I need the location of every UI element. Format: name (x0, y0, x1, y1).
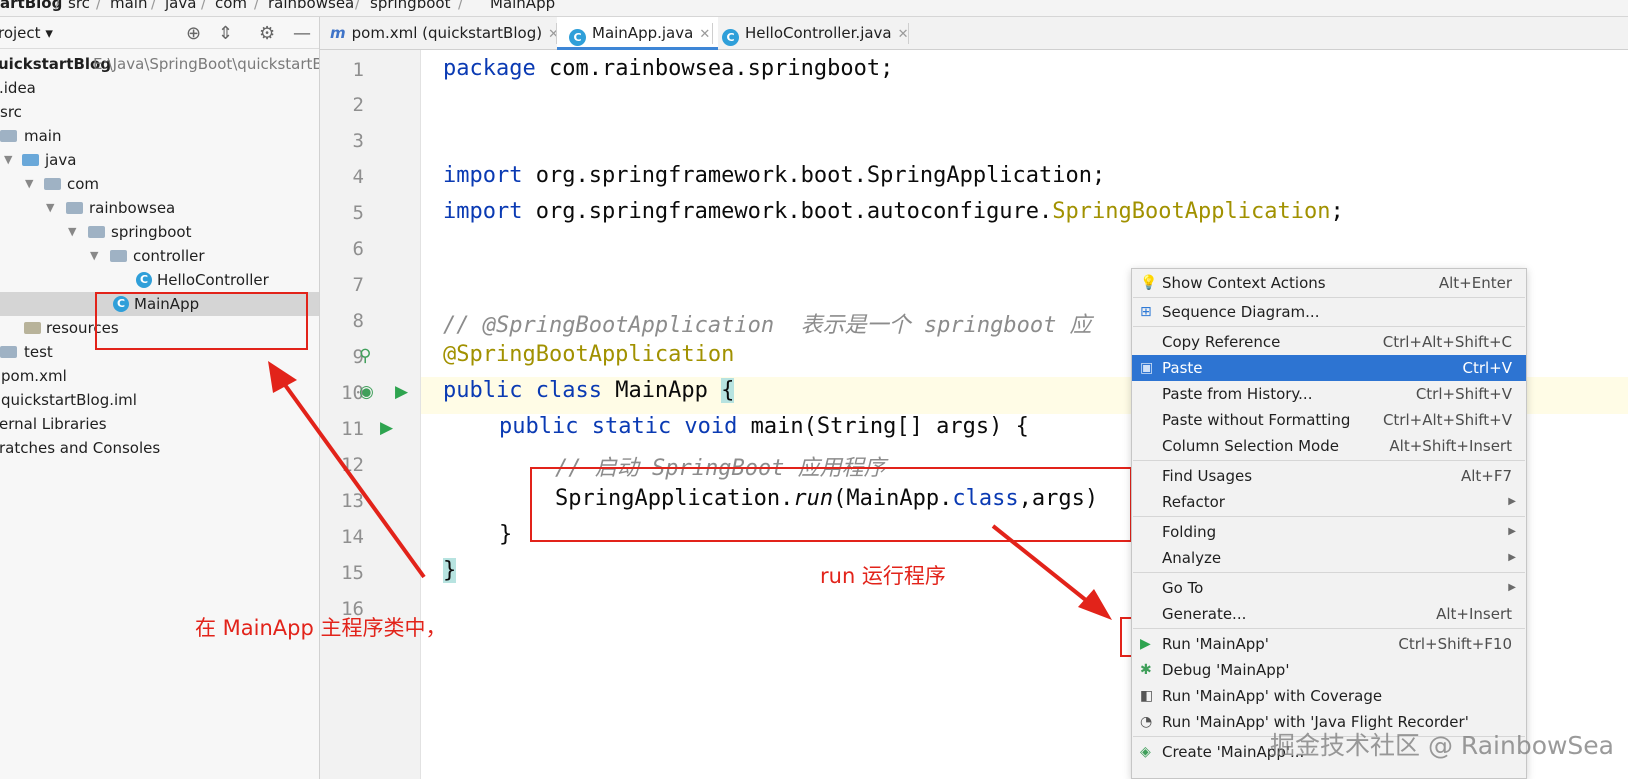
menu-item-generate[interactable]: Generate... Alt+Insert (1132, 601, 1526, 627)
sequence-icon: ⊞ (1140, 304, 1152, 320)
menu-item-shortcut: Alt+F7 (1460, 467, 1512, 485)
menu-item-shortcut: Alt+Insert (1436, 605, 1512, 623)
menu-item-label: Folding (1162, 523, 1217, 541)
config-icon: ◈ (1140, 744, 1151, 760)
menu-item-label: Column Selection Mode (1162, 437, 1339, 455)
menu-item-shortcut: Ctrl+Alt+Shift+C (1382, 333, 1512, 351)
menu-item-label: Analyze (1162, 549, 1222, 567)
menu-item-paste-from-history[interactable]: Paste from History... Ctrl+Shift+V (1132, 381, 1526, 407)
menu-item-shortcut: Ctrl+V (1462, 359, 1512, 377)
menu-item-label: Generate... (1162, 605, 1247, 623)
menu-item-shortcut: Alt+Enter (1438, 274, 1512, 292)
menu-separator (1133, 326, 1525, 327)
menu-item-sequence-diagram[interactable]: ⊞ Sequence Diagram... (1132, 299, 1526, 325)
menu-item-label: Paste from History... (1162, 385, 1313, 403)
menu-item-label: Debug 'MainApp' (1162, 661, 1290, 679)
menu-item-paste-without-formatting[interactable]: Paste without Formatting Ctrl+Alt+Shift+… (1132, 407, 1526, 433)
submenu-arrow-icon: ▶ (1508, 552, 1516, 563)
menu-item-shortcut: Alt+Shift+Insert (1389, 437, 1512, 455)
menu-item-label: Show Context Actions (1162, 274, 1326, 292)
watermark: 掘金技术社区 @ RainbowSea (1270, 731, 1615, 760)
submenu-arrow-icon: ▶ (1508, 496, 1516, 507)
submenu-arrow-icon: ▶ (1508, 526, 1516, 537)
menu-item-go-to[interactable]: Go To ▶ (1132, 575, 1526, 601)
menu-item-label: Run 'MainApp' with Coverage (1162, 687, 1383, 705)
run-icon: ▶ (1140, 636, 1151, 652)
menu-item-folding[interactable]: Folding ▶ (1132, 519, 1526, 545)
submenu-arrow-icon: ▶ (1508, 582, 1516, 593)
menu-item-label: Find Usages (1162, 467, 1253, 485)
annotation-text-left: 在 MainApp 主程序类中， (195, 616, 447, 640)
menu-item-shortcut: Ctrl+Shift+F10 (1398, 635, 1512, 653)
menu-item-label: Refactor (1162, 493, 1225, 511)
debug-icon: ✱ (1140, 662, 1152, 678)
menu-item-run-mainapp[interactable]: ▶ Run 'MainApp' Ctrl+Shift+F10 (1132, 631, 1526, 657)
menu-item-analyze[interactable]: Analyze ▶ (1132, 545, 1526, 571)
menu-item-find-usages[interactable]: Find Usages Alt+F7 (1132, 463, 1526, 489)
bulb-icon: 💡 (1140, 275, 1158, 291)
paste-icon: ▣ (1140, 360, 1154, 376)
menu-item-label: Sequence Diagram... (1162, 303, 1320, 321)
menu-item-debug-mainapp[interactable]: ✱ Debug 'MainApp' (1132, 657, 1526, 683)
menu-item-label: Paste (1162, 359, 1203, 377)
annotation-text-run: run 运行程序 (820, 564, 946, 588)
profiler-icon: ◔ (1140, 714, 1153, 730)
menu-separator (1133, 572, 1525, 573)
menu-item-label: Paste without Formatting (1162, 411, 1351, 429)
menu-item-column-selection-mode[interactable]: Column Selection Mode Alt+Shift+Insert (1132, 433, 1526, 459)
menu-separator (1133, 297, 1525, 298)
menu-item-refactor[interactable]: Refactor ▶ (1132, 489, 1526, 515)
coverage-icon: ◧ (1140, 688, 1154, 704)
arrow-to-run-menu (991, 524, 1094, 607)
menu-item-label: Copy Reference (1162, 333, 1281, 351)
arrowhead-icon (268, 361, 297, 393)
menu-item-label: Go To (1162, 579, 1204, 597)
arrowhead-icon (1078, 589, 1112, 620)
editor-context-menu: 💡 Show Context Actions Alt+Enter ⊞ Seque… (1131, 268, 1527, 779)
menu-item-run-with-coverage[interactable]: ◧ Run 'MainApp' with Coverage (1132, 683, 1526, 709)
menu-item-shortcut: Ctrl+Shift+V (1415, 385, 1512, 403)
menu-separator (1133, 628, 1525, 629)
arrow-to-mainapp (278, 376, 426, 579)
menu-item-label: Run 'MainApp' (1162, 635, 1269, 653)
menu-item-copy-reference[interactable]: Copy Reference Ctrl+Alt+Shift+C (1132, 329, 1526, 355)
menu-item-show-context-actions[interactable]: 💡 Show Context Actions Alt+Enter (1132, 270, 1526, 296)
menu-item-shortcut: Ctrl+Alt+Shift+V (1382, 411, 1512, 429)
menu-separator (1133, 516, 1525, 517)
menu-separator (1133, 460, 1525, 461)
menu-item-paste[interactable]: ▣ Paste Ctrl+V (1132, 355, 1526, 381)
